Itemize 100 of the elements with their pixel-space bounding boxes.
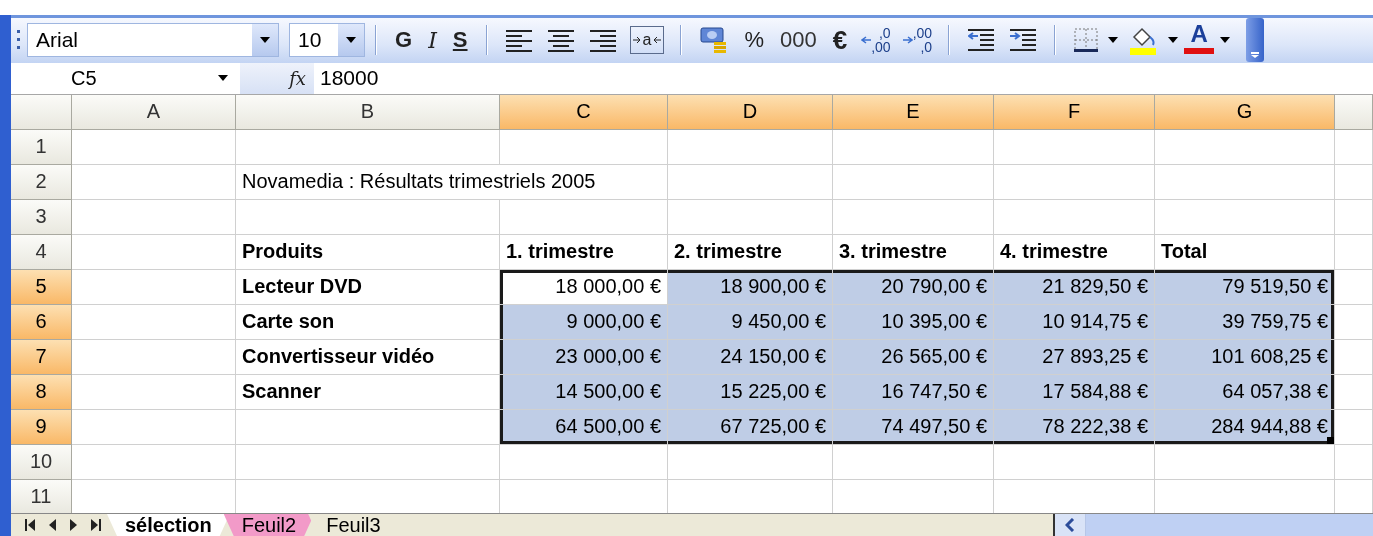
increase-indent-icon[interactable] <box>1010 27 1037 54</box>
table-cell[interactable]: 39 759,75 € <box>1155 304 1335 340</box>
table-cell[interactable] <box>72 234 236 270</box>
caret-icon[interactable] <box>1220 37 1231 44</box>
first-sheet-icon[interactable] <box>25 519 35 531</box>
row-header[interactable]: 8 <box>11 374 72 410</box>
row-header[interactable]: 6 <box>11 304 72 340</box>
table-cell[interactable] <box>668 129 833 165</box>
table-cell[interactable]: 78 222,38 € <box>994 409 1155 445</box>
row-header[interactable]: 10 <box>11 444 72 480</box>
table-cell[interactable] <box>1335 444 1373 480</box>
table-cell[interactable] <box>236 199 500 235</box>
euro-button[interactable]: € <box>824 20 856 61</box>
table-cell[interactable]: Lecteur DVD <box>236 269 500 305</box>
table-cell[interactable]: 18 000,00 € <box>500 269 668 305</box>
table-cell[interactable] <box>72 374 236 410</box>
merge-center-button[interactable]: a <box>629 26 665 55</box>
table-cell[interactable]: 101 608,25 € <box>1155 339 1335 375</box>
table-cell[interactable] <box>668 444 833 480</box>
decrease-decimal-button[interactable]: ,00 ,0 <box>896 20 939 61</box>
table-cell[interactable] <box>72 199 236 235</box>
table-cell[interactable]: Scanner <box>236 374 500 410</box>
table-cell[interactable]: 2. trimestre <box>668 234 833 270</box>
align-left-icon[interactable] <box>505 27 532 54</box>
column-header[interactable]: F <box>994 94 1155 130</box>
table-cell[interactable]: 17 584,88 € <box>994 374 1155 410</box>
row-header[interactable]: 11 <box>11 479 72 513</box>
table-cell[interactable]: 79 519,50 € <box>1155 269 1335 305</box>
caret-icon[interactable] <box>1168 37 1179 44</box>
row-header[interactable]: 5 <box>11 269 72 305</box>
table-cell[interactable] <box>236 129 500 165</box>
scroll-left-button[interactable] <box>1055 514 1086 536</box>
table-cell[interactable]: 9 000,00 € <box>500 304 668 340</box>
align-center-icon[interactable] <box>547 27 574 54</box>
table-cell[interactable] <box>994 164 1155 200</box>
table-cell[interactable] <box>1335 199 1373 235</box>
table-cell[interactable] <box>1335 409 1373 445</box>
table-cell[interactable] <box>1155 444 1335 480</box>
column-header[interactable]: D <box>668 94 833 130</box>
table-cell[interactable]: Total <box>1155 234 1335 270</box>
table-cell[interactable] <box>500 199 668 235</box>
increase-decimal-button[interactable]: ,0 ,00 <box>855 20 897 61</box>
column-header[interactable] <box>1335 94 1373 130</box>
toolbar-options-icon[interactable] <box>1246 18 1265 63</box>
table-cell[interactable] <box>1155 199 1335 235</box>
table-cell[interactable] <box>994 444 1155 480</box>
table-cell[interactable] <box>1335 304 1373 340</box>
bold-button[interactable]: G <box>387 20 421 61</box>
table-cell[interactable]: 67 725,00 € <box>668 409 833 445</box>
row-header[interactable]: 1 <box>11 129 72 165</box>
table-cell[interactable]: 21 829,50 € <box>994 269 1155 305</box>
row-header[interactable]: 3 <box>11 199 72 235</box>
table-cell[interactable] <box>668 199 833 235</box>
caret-icon[interactable] <box>218 75 228 82</box>
table-cell[interactable]: 14 500,00 € <box>500 374 668 410</box>
column-header[interactable]: B <box>236 94 500 130</box>
table-cell[interactable]: 3. trimestre <box>833 234 994 270</box>
table-cell[interactable] <box>72 164 236 200</box>
table-cell[interactable]: Novamedia : Résultats trimestriels 2005 <box>236 164 668 200</box>
table-cell[interactable] <box>236 409 500 445</box>
table-cell[interactable]: 26 565,00 € <box>833 339 994 375</box>
table-cell[interactable] <box>500 129 668 165</box>
align-right-icon[interactable] <box>589 27 616 54</box>
table-cell[interactable]: 27 893,25 € <box>994 339 1155 375</box>
table-cell[interactable] <box>1155 129 1335 165</box>
currency-icon[interactable] <box>700 26 729 55</box>
table-cell[interactable]: Carte son <box>236 304 500 340</box>
horizontal-scrollbar[interactable] <box>1086 514 1373 536</box>
caret-icon[interactable] <box>346 37 356 44</box>
font-size-field[interactable]: 10 <box>289 23 365 58</box>
column-header[interactable]: C <box>500 94 668 130</box>
select-all-button[interactable] <box>11 94 72 130</box>
table-cell[interactable]: 4. trimestre <box>994 234 1155 270</box>
row-header[interactable]: 9 <box>11 409 72 445</box>
table-cell[interactable]: 9 450,00 € <box>668 304 833 340</box>
table-cell[interactable] <box>833 129 994 165</box>
italic-button[interactable]: I <box>420 20 445 61</box>
table-cell[interactable] <box>1335 374 1373 410</box>
fill-color-icon[interactable] <box>1128 25 1159 56</box>
fill-handle[interactable] <box>1327 436 1334 444</box>
table-cell[interactable] <box>1335 339 1373 375</box>
column-header[interactable]: E <box>833 94 994 130</box>
caret-icon[interactable] <box>1108 37 1119 44</box>
font-color-button[interactable]: A <box>1180 20 1219 61</box>
underline-button[interactable]: S <box>444 20 476 61</box>
table-cell[interactable]: 15 225,00 € <box>668 374 833 410</box>
table-cell[interactable] <box>72 304 236 340</box>
decrease-indent-icon[interactable] <box>968 27 995 54</box>
row-header[interactable]: 4 <box>11 234 72 270</box>
next-sheet-icon[interactable] <box>70 519 77 531</box>
table-cell[interactable] <box>1335 234 1373 270</box>
table-cell[interactable]: 284 944,88 € <box>1155 409 1335 445</box>
table-cell[interactable] <box>1155 164 1335 200</box>
table-cell[interactable]: Produits <box>236 234 500 270</box>
table-cell[interactable]: 24 150,00 € <box>668 339 833 375</box>
table-cell[interactable]: Convertisseur vidéo <box>236 339 500 375</box>
table-cell[interactable] <box>72 444 236 480</box>
last-sheet-icon[interactable] <box>91 519 101 531</box>
table-cell[interactable] <box>72 269 236 305</box>
table-cell[interactable] <box>72 129 236 165</box>
